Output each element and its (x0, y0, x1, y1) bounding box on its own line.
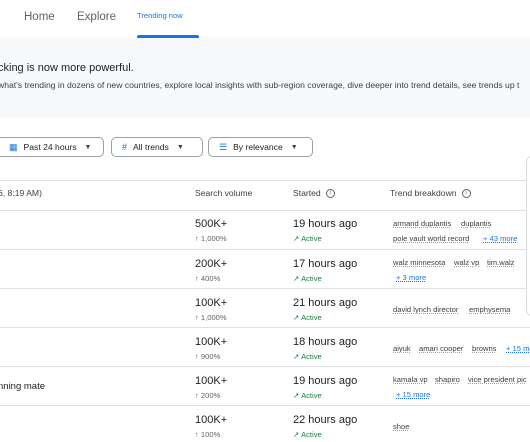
chevron-down-icon: ▼ (176, 143, 184, 151)
status-label: Active (301, 234, 322, 243)
announcement-banner: cking is now more powerful. what's trend… (0, 38, 530, 118)
status-active: ↗ Active (293, 234, 322, 243)
divider (0, 366, 530, 367)
divider (0, 327, 530, 328)
status-label: Active (301, 274, 322, 283)
divider (0, 180, 530, 181)
hashtag-icon: # (122, 141, 128, 152)
status-active: ↗ Active (293, 352, 322, 361)
banner-title: cking is now more powerful. (0, 62, 134, 74)
started-header[interactable]: Started i (293, 188, 335, 199)
breakdown-term[interactable]: duplantis (461, 219, 491, 228)
breakdown-term[interactable]: tim.walz (487, 258, 514, 267)
status-active: ↗ Active (293, 430, 322, 439)
breakdown-term[interactable]: pole vault world record (393, 234, 469, 243)
volume-change: ↑ 400% (195, 274, 221, 283)
time-range-filter[interactable]: ▦ Past 24 hours ▼ (0, 137, 104, 157)
breakdown-term[interactable]: david lynch director (393, 305, 458, 314)
chevron-down-icon: ▼ (290, 143, 298, 151)
top-navigation: Home Explore Trending now (0, 0, 530, 39)
more-terms-link[interactable]: + 3 more (396, 273, 426, 282)
divider (0, 405, 530, 406)
volume-change: ↑ 1,000% (195, 313, 227, 322)
status-label: Active (301, 430, 322, 439)
started-time: 19 hours ago (293, 375, 358, 387)
more-terms-link[interactable]: + 15 more (396, 390, 430, 399)
trending-up-icon: ↗ (293, 430, 302, 439)
trending-up-icon: ↗ (293, 234, 302, 243)
breakdown-term[interactable]: shapiro (435, 375, 460, 384)
breakdown-term[interactable]: walz minnesota (393, 258, 445, 267)
status-active: ↗ Active (293, 391, 322, 400)
breakdown-term[interactable]: armand duplantis (393, 219, 451, 228)
trend-type-filter[interactable]: # All trends ▼ (111, 137, 203, 157)
breakdown-term[interactable]: vice president pic (468, 375, 527, 384)
info-icon[interactable]: i (461, 189, 471, 199)
divider (0, 288, 530, 289)
trending-up-icon: ↗ (293, 391, 302, 400)
volume-change: ↑ 900% (195, 352, 221, 361)
trend-breakdown-header: Trend breakdown i (390, 188, 471, 199)
trend-breakdown-label: Trend breakdown (390, 188, 457, 198)
volume-change: ↑ 1,000% (195, 234, 227, 243)
status-label: Active (301, 391, 322, 400)
started-time: 18 hours ago (293, 336, 358, 348)
trend-type-label: All trends (133, 142, 169, 152)
search-volume: 100K+ (195, 336, 228, 348)
status-active: ↗ Active (293, 313, 322, 322)
started-time: 19 hours ago (293, 218, 358, 230)
status-label: Active (301, 313, 322, 322)
tab-trending-now[interactable]: Trending now (137, 11, 183, 20)
started-header-label: Started (293, 188, 321, 198)
divider (0, 210, 530, 211)
trend-name[interactable]: nning mate (0, 381, 45, 392)
search-volume: 500K+ (195, 218, 228, 230)
tab-home[interactable]: Home (24, 11, 55, 23)
trending-up-icon: ↗ (293, 352, 302, 361)
info-icon[interactable]: i (325, 189, 335, 199)
volume-change: ↑ 200% (195, 391, 221, 400)
search-volume: 100K+ (195, 375, 228, 387)
breakdown-term[interactable]: browns (472, 344, 496, 353)
divider (0, 249, 530, 250)
breakdown-term[interactable]: amari cooper (419, 344, 463, 353)
breakdown-term[interactable]: aiyuk (393, 344, 411, 353)
breakdown-term[interactable]: walz vp (454, 258, 479, 267)
search-volume: 200K+ (195, 258, 228, 270)
breakdown-term[interactable]: emphysema (469, 305, 510, 314)
started-time: 22 hours ago (293, 414, 358, 426)
status-active: ↗ Active (293, 274, 322, 283)
sort-filter[interactable]: ☰ By relevance ▼ (208, 137, 313, 157)
breakdown-term[interactable]: kamala vp (393, 375, 428, 384)
calendar-icon: ▦ (9, 141, 18, 152)
more-terms-link[interactable]: + 15 mo (506, 344, 530, 353)
breakdown-term[interactable]: shoe (393, 422, 409, 431)
trending-up-icon: ↗ (293, 313, 302, 322)
search-volume: 100K+ (195, 414, 228, 426)
banner-text: what's trending in dozens of new countri… (0, 80, 520, 90)
trends-date-header: 6, 8:19 AM) (0, 188, 42, 198)
search-volume-header[interactable]: Search volume (195, 188, 252, 198)
tab-explore[interactable]: Explore (77, 11, 116, 23)
time-range-label: Past 24 hours (23, 142, 77, 152)
sort-label: By relevance (233, 142, 283, 152)
search-volume: 100K+ (195, 297, 228, 309)
volume-change: ↑ 100% (195, 430, 221, 439)
more-terms-link[interactable]: + 43 more (483, 234, 517, 243)
trending-up-icon: ↗ (293, 274, 302, 283)
chevron-down-icon: ▼ (84, 143, 92, 151)
status-label: Active (301, 352, 322, 361)
started-time: 21 hours ago (293, 297, 358, 309)
side-panel-edge[interactable] (526, 156, 530, 316)
started-time: 17 hours ago (293, 258, 358, 270)
sort-icon: ☰ (219, 141, 228, 152)
